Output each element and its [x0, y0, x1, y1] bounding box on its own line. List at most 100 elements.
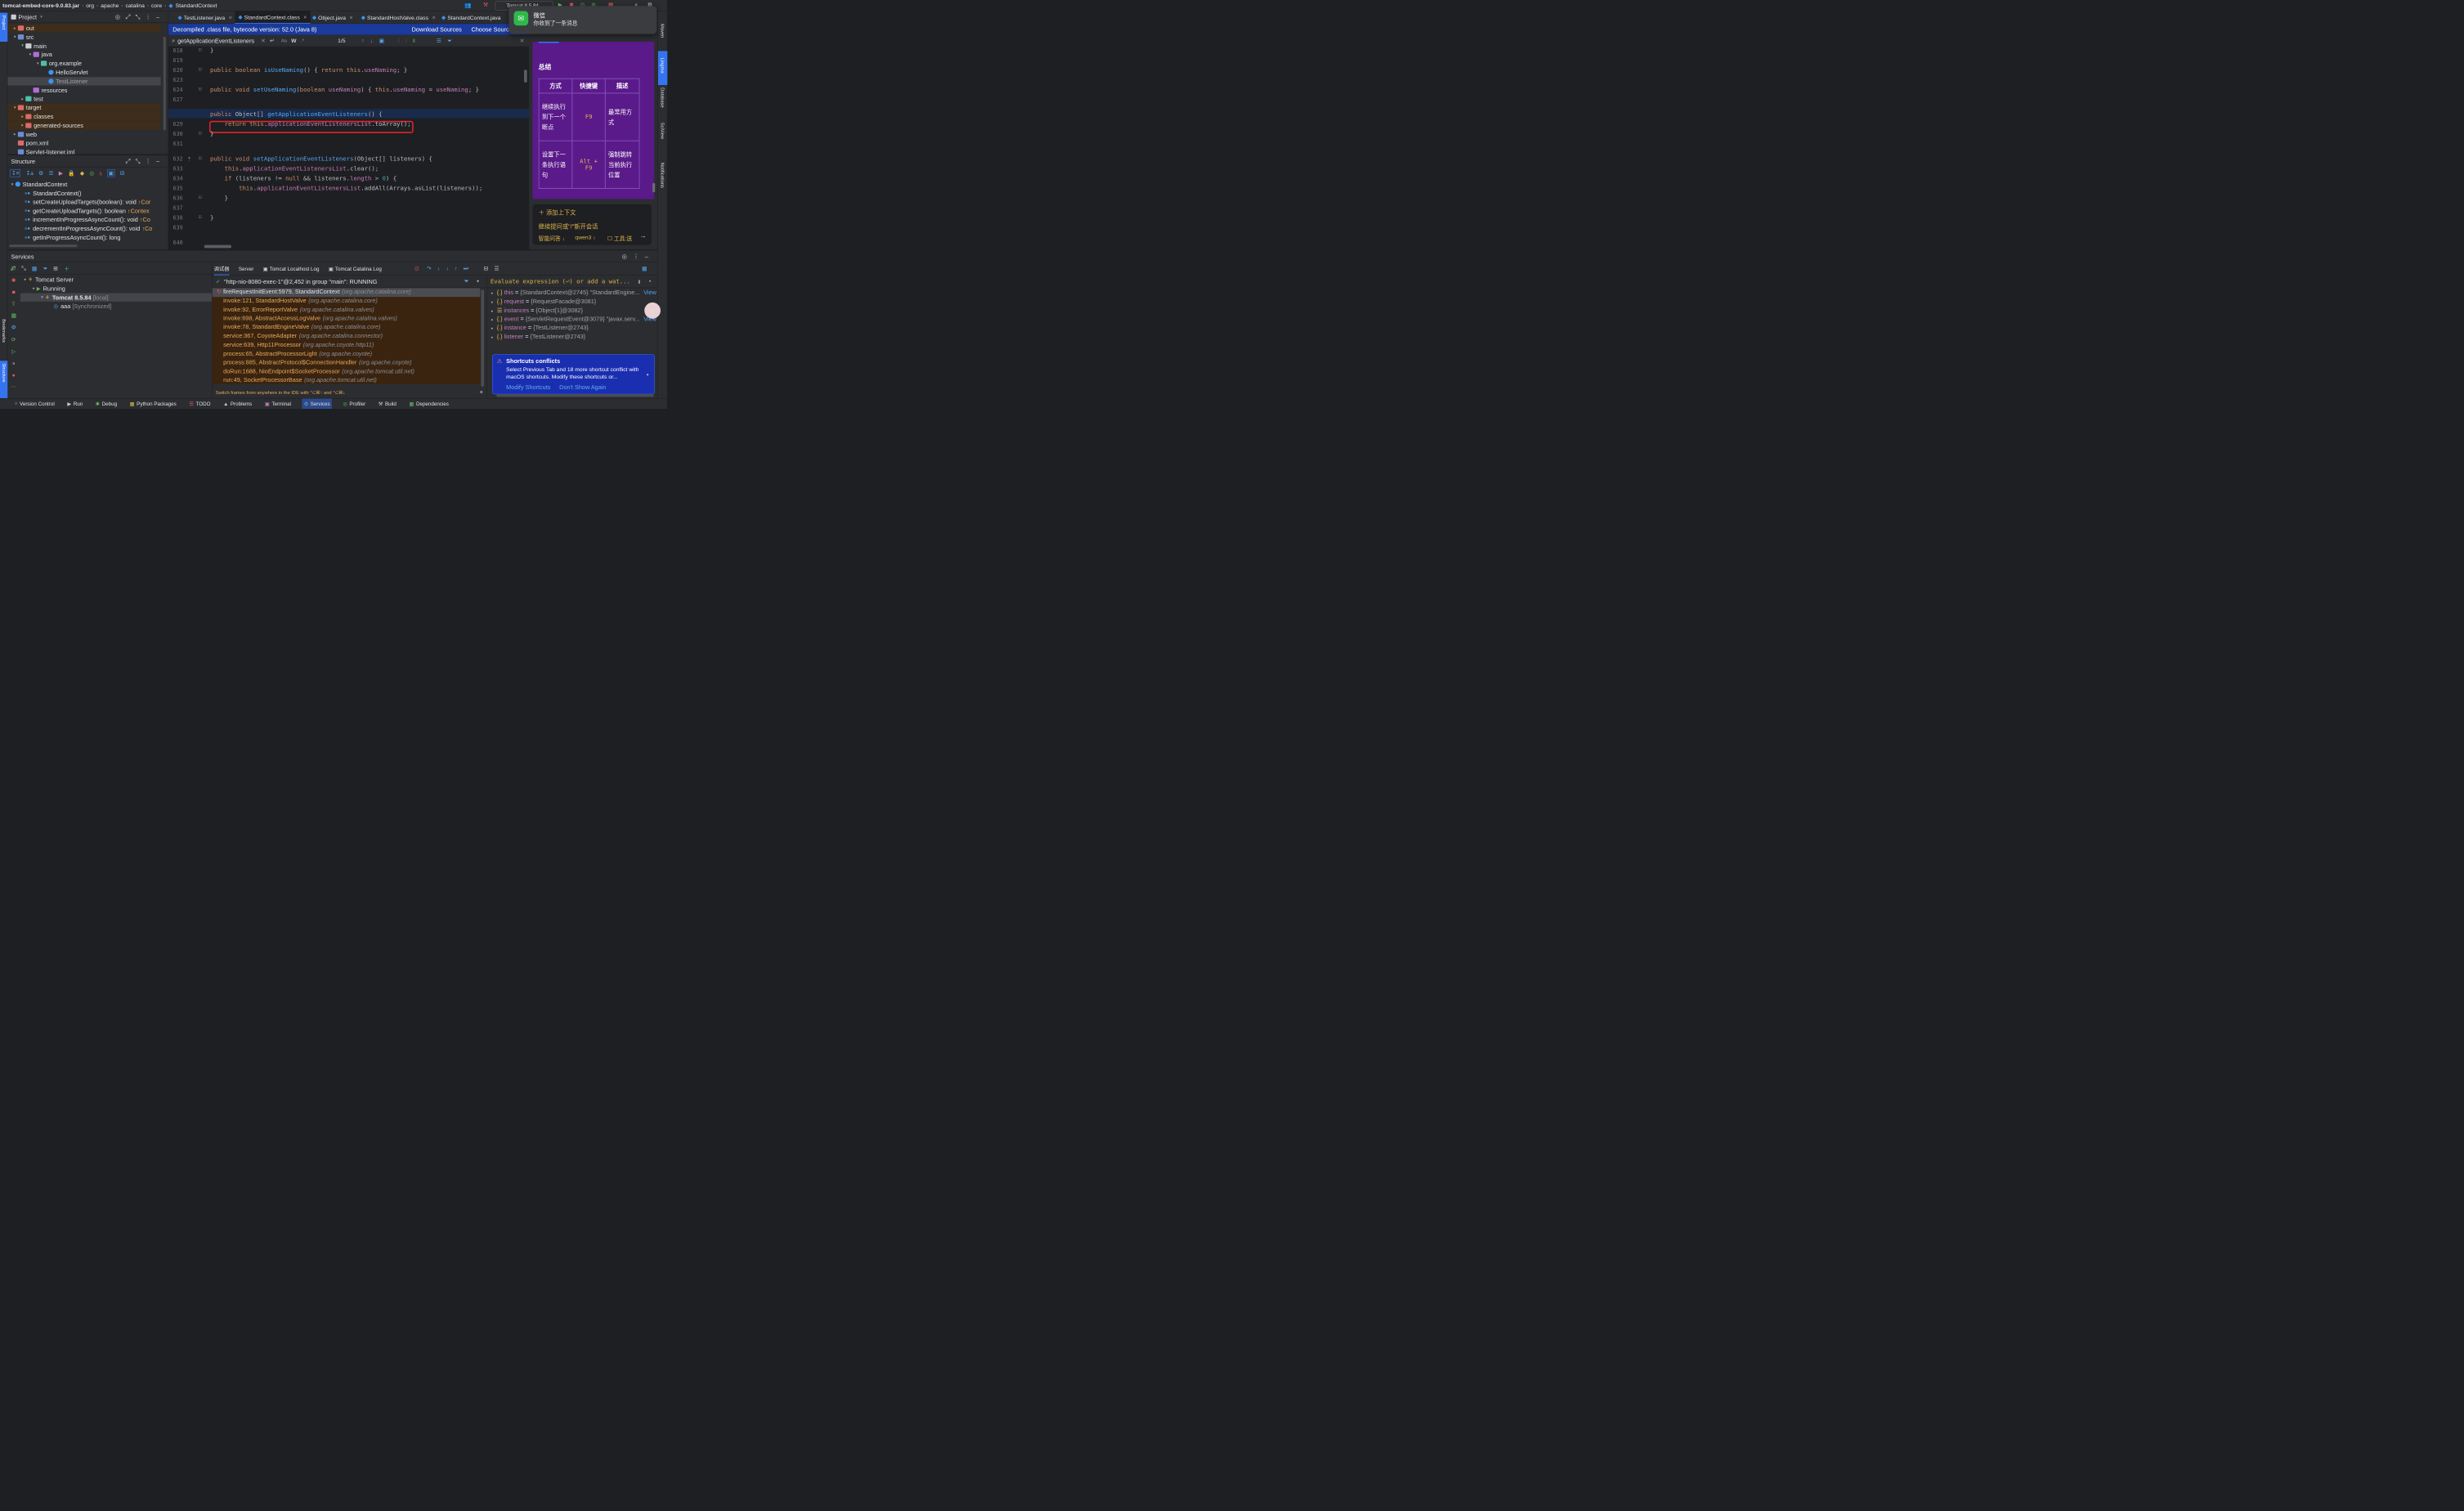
structure-member[interactable]: ≡● StandardContext() — [25, 189, 165, 197]
collapse-icon[interactable]: ⤡ — [21, 265, 25, 271]
bookmarks-strip-label[interactable]: Bookmarks — [2, 319, 7, 343]
variable-row[interactable]: ▸ {.} event = {ServletRequestEvent@3079} "… — [491, 315, 656, 323]
close-tab-icon[interactable]: ✕ — [349, 15, 353, 20]
editor-tab[interactable]: ◆ Object.java ✕ — [309, 11, 356, 25]
newline-icon[interactable]: ↵ — [270, 38, 275, 44]
database-strip-label[interactable]: Database — [660, 87, 665, 108]
add-icon[interactable]: ＋ — [64, 264, 69, 272]
regex-toggle[interactable]: .* — [301, 38, 305, 44]
variable-row[interactable]: ▸ ☰ instances = {Object[1]@3082} — [491, 307, 656, 314]
inherited-icon[interactable]: ⚙ — [38, 170, 43, 177]
chevron-down-icon[interactable]: ▾ — [647, 373, 649, 378]
variables-hscrollbar[interactable] — [496, 394, 654, 397]
sciview-strip-label[interactable]: SciView — [660, 123, 665, 139]
structure-member[interactable]: ≡● setCreateUploadTargets(boolean): void ↑… — [25, 198, 165, 206]
bottom-tool-item[interactable]: ✱ Debug — [94, 399, 119, 409]
code-area[interactable]: } public boolean isUseNaming() { return t… — [168, 47, 530, 249]
ai-input-placeholder[interactable]: 继续提问或"/"新开会话 — [539, 222, 598, 231]
chevron-right-icon[interactable]: ▸ — [491, 335, 494, 340]
chevron-down-icon[interactable]: ▾ — [648, 279, 651, 284]
chevron-down-icon[interactable]: ▾ — [9, 182, 15, 186]
project-tree-item[interactable]: ▸ test — [7, 95, 160, 103]
stack-frame[interactable]: invoke:92, ErrorReportValve (org.apache.c… — [213, 306, 481, 315]
stop-icon[interactable]: ■ — [12, 289, 16, 295]
rerun-icon[interactable]: ↻ — [11, 265, 16, 271]
anonymous-icon[interactable]: ◎ — [89, 170, 94, 177]
lambda-icon[interactable]: λ — [99, 170, 101, 177]
debugger-tab[interactable]: 调试器 — [213, 262, 230, 276]
bottom-tool-item[interactable]: ▣ Terminal — [263, 399, 293, 409]
variable-row[interactable]: ▸ {.} instance = {TestListener@2743} — [491, 325, 656, 331]
project-tree-item[interactable]: TestListener — [7, 77, 161, 86]
autoscroll-from-source-icon[interactable]: ⊟ — [120, 170, 125, 177]
find-filter-buttons[interactable]: ⫶⫶ǁ — [398, 38, 421, 44]
project-tree-item[interactable]: HelloServlet — [7, 68, 160, 76]
evaluate-expression-input[interactable]: Evaluate expression (⏎) or add a wat... … — [486, 276, 658, 289]
new-tab-icon[interactable]: ⊞ — [53, 265, 58, 271]
diamond-icon[interactable]: ◆ — [80, 170, 84, 177]
download-sources-link[interactable]: Download Sources — [412, 26, 462, 33]
chevron-icon[interactable]: ▾ — [35, 61, 41, 66]
stack-frame[interactable]: run:49, SocketProcessorBase (org.apache.t… — [213, 376, 481, 383]
step-buttons[interactable]: ↷↓↓↑⏭ — [427, 265, 474, 271]
resume-icon[interactable]: ▷ — [11, 348, 16, 355]
artifacts-icon[interactable]: ▦ — [11, 312, 16, 319]
structure-member[interactable]: ≡● incrementInProgressAsyncCount(): void ↑… — [25, 215, 165, 223]
breakpoints-icon[interactable]: ● — [12, 372, 16, 379]
project-tree-item[interactable]: ▾ org.example — [7, 59, 160, 67]
chevron-icon[interactable]: ▸ — [20, 114, 25, 119]
breadcrumb-org[interactable]: org — [86, 2, 94, 9]
whole-word-toggle[interactable]: W — [291, 38, 296, 44]
project-tree-item[interactable]: ▾ target — [7, 103, 161, 112]
breadcrumb-apache[interactable]: apache — [101, 2, 119, 9]
panel-controls[interactable]: ◎⤢⤡⋮– — [115, 13, 165, 20]
services-tree-item[interactable]: ▾ ⚘ Tomcat Server — [20, 276, 212, 284]
stack-frame[interactable]: ↻ fireRequestInitEvent:5979, StandardCont… — [212, 288, 481, 298]
chevron-icon[interactable]: ▾ — [12, 34, 18, 39]
services-tree-item[interactable]: ▾ ⚘ Tomcat 8.5.84 [local] — [20, 293, 213, 302]
variable-row[interactable]: ▸ {.} listener = {TestListener@2743} — [491, 333, 656, 339]
refresh-icon[interactable]: ⟳ — [11, 336, 16, 343]
group-icon[interactable]: ▦ — [32, 265, 37, 271]
add-context-button[interactable]: ＋ 添加上下文 — [539, 208, 576, 217]
deploy-icon[interactable]: ⇪ — [11, 300, 16, 307]
close-hint-icon[interactable]: ✕ — [479, 389, 483, 395]
project-tree-item[interactable]: ▸ generated-sources — [7, 121, 161, 130]
chevron-icon[interactable]: ▾ — [27, 52, 33, 57]
editor-tab[interactable]: ◆ StandardHostValve.class ✕ — [358, 11, 440, 25]
breadcrumb-class[interactable]: StandardContext — [176, 2, 217, 9]
editor-vscrollbar[interactable] — [523, 69, 527, 83]
close-tab-icon[interactable]: ✕ — [303, 14, 307, 20]
bottom-tool-item[interactable]: ▶ Run — [65, 399, 84, 409]
bottom-tool-item[interactable]: ☰ TODO — [187, 399, 212, 409]
debug-icon[interactable]: ✱ — [11, 277, 16, 284]
layout-icon[interactable]: ⊡ — [414, 266, 419, 271]
sort-visibility-icon[interactable]: ↧≡ — [10, 169, 21, 177]
filter-icon[interactable]: ⏷ — [464, 278, 469, 285]
stack-frame[interactable]: doRun:1688, NioEndpoint$SocketProcessor(… — [213, 368, 481, 377]
project-tree-item[interactable]: ▸ out — [7, 24, 161, 33]
structure-root[interactable]: ▾ StandardContext — [9, 180, 67, 188]
stack-frame[interactable]: service:639, Http11Processor (org.apache.… — [213, 341, 481, 350]
tag-icon[interactable]: ▶ — [59, 170, 63, 177]
project-title[interactable]: Project — [18, 13, 37, 20]
panel-controls[interactable]: ◎⋮– — [622, 253, 655, 260]
project-tree-item[interactable]: ▾ main — [7, 42, 160, 50]
bottom-tool-item[interactable]: ▦ Python Packages — [128, 399, 178, 409]
chevron-down-icon[interactable]: ▾ — [477, 279, 479, 284]
chevron-right-icon[interactable]: ▸ — [491, 300, 494, 305]
structure-member[interactable]: ≡● getCreateUploadTargets(): boolean ↑Cont… — [25, 207, 165, 215]
match-case-toggle[interactable]: Aa — [281, 38, 287, 43]
editor-hscrollbar[interactable] — [204, 244, 232, 249]
view-link[interactable]: View — [643, 289, 656, 296]
bottom-tool-item[interactable]: ▦ Dependencies — [407, 399, 450, 409]
maven-strip-label[interactable]: Maven — [660, 24, 665, 38]
structure-hscrollbar[interactable] — [9, 244, 78, 248]
close-tab-icon[interactable]: ✕ — [432, 15, 436, 20]
settings-icon[interactable]: ⚙ — [11, 324, 16, 330]
stack-frame[interactable]: invoke:121, StandardHostValve (org.apache… — [213, 297, 481, 306]
tool-checkbox[interactable]: ☐ 工具:送 — [607, 234, 632, 242]
chevron-icon[interactable]: ▸ — [20, 123, 25, 128]
close-find-icon[interactable]: ✕ — [520, 38, 525, 44]
find-input[interactable]: getApplicationEventListeners — [177, 38, 261, 44]
